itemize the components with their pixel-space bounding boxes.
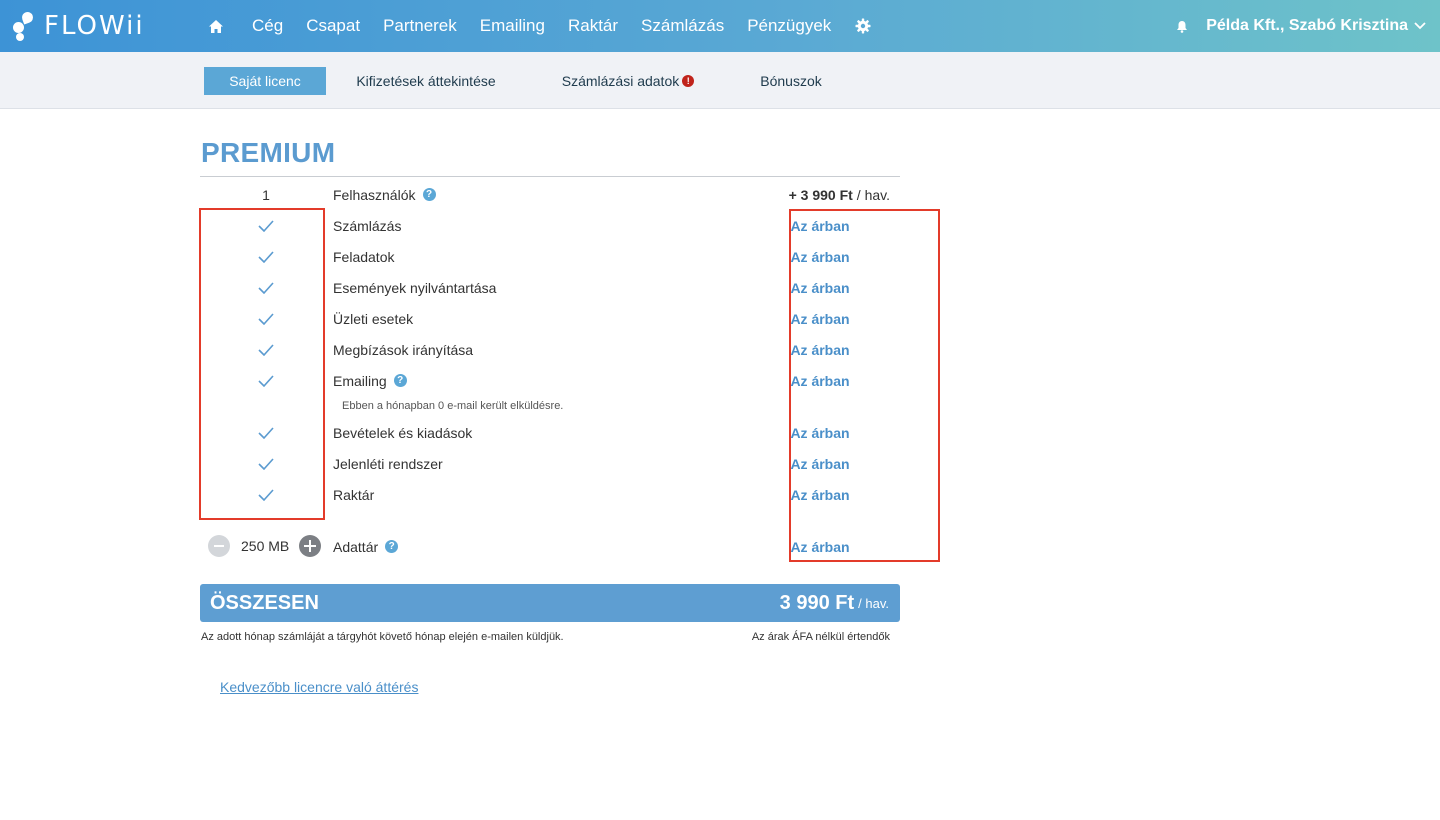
emailing-note: Ebben a hónapban 0 e-mail került elküldé…: [342, 400, 564, 412]
nav-item-penzugyek[interactable]: Pénzügyek: [747, 16, 831, 36]
nav-item-raktar[interactable]: Raktár: [568, 16, 618, 36]
feature-name: Emailing: [333, 372, 387, 389]
tab-szamlazasi-adatok[interactable]: Számlázási adatok !: [548, 67, 708, 95]
feature-name: Megbízások irányítása: [333, 341, 474, 358]
total-bar: ÖSSZESEN 3 990 Ft / hav.: [200, 584, 900, 622]
users-label-wrap: Felhasználók ?: [333, 179, 436, 210]
total-unit: / hav.: [858, 595, 889, 611]
feature-name: Raktár: [333, 486, 375, 503]
user-count: 1: [262, 186, 270, 203]
home-icon[interactable]: [206, 16, 226, 36]
feature-name: Üzleti esetek: [333, 310, 414, 327]
storage-label-wrap: Adattár ?: [333, 531, 399, 562]
switch-license-link[interactable]: Kedvezőbb licencre való áttérés: [220, 679, 418, 695]
help-icon[interactable]: ?: [393, 374, 407, 387]
users-label: Felhasználók: [333, 186, 416, 203]
feature-name: Feladatok: [333, 248, 395, 265]
storage-label: Adattár: [333, 538, 379, 555]
users-price: + 3 990 Ft / hav.: [740, 179, 900, 210]
highlight-box-prices: [789, 209, 940, 562]
feature-name-wrap: Emailing ?: [333, 365, 407, 396]
logo-mark-icon: [12, 10, 38, 41]
top-navbar: FLOWii Cég Csapat Partnerek Emailing Rak…: [0, 0, 1440, 52]
feature-name: Események nyilvántartása: [333, 279, 497, 296]
user-menu[interactable]: Példa Kft., Szabó Krisztina: [1176, 0, 1428, 52]
tab-kifizetesek[interactable]: Kifizetések áttekintése: [346, 67, 506, 95]
plan-title: PREMIUM: [201, 137, 336, 168]
total-amount-wrap: 3 990 Ft / hav.: [780, 584, 889, 622]
tab-label: Számlázási adatok: [561, 73, 680, 89]
bell-icon[interactable]: [1176, 19, 1190, 33]
users-price-unit: / hav.: [856, 186, 890, 203]
tab-bonuszok[interactable]: Bónuszok: [731, 67, 851, 95]
nav-item-emailing[interactable]: Emailing: [480, 16, 545, 36]
tab-label: Kifizetések áttekintése: [356, 73, 496, 89]
feature-name: Jelenléti rendszer: [333, 455, 443, 472]
flowii-logo[interactable]: FLOWii: [12, 10, 145, 42]
help-icon[interactable]: ?: [422, 188, 436, 201]
vat-footnote: Az árak ÁFA nélkül értendők: [751, 631, 890, 643]
chevron-down-icon[interactable]: [1414, 19, 1428, 33]
tab-label: Saját licenc: [229, 73, 301, 89]
users-row: 1 Felhasználók ? + 3 990 Ft / hav.: [200, 179, 900, 210]
alert-icon: !: [682, 75, 695, 87]
nav-item-csapat[interactable]: Csapat: [306, 16, 360, 36]
tab-label: Bónuszok: [760, 73, 822, 89]
logo-text: FLOWii: [44, 11, 145, 41]
feature-name: Számlázás: [333, 217, 402, 234]
feature-name: Bevételek és kiadások: [333, 424, 473, 441]
user-name[interactable]: Példa Kft., Szabó Krisztina: [1206, 17, 1408, 35]
divider: [200, 176, 900, 177]
highlight-box-checks: [199, 208, 325, 520]
nav-item-ceg[interactable]: Cég: [252, 16, 283, 36]
users-price-value: + 3 990 Ft: [788, 186, 853, 203]
help-icon[interactable]: ?: [385, 540, 399, 553]
nav-item-partnerek[interactable]: Partnerek: [383, 16, 457, 36]
total-amount: 3 990 Ft: [779, 591, 855, 614]
main-nav: Cég Csapat Partnerek Emailing Raktár Szá…: [206, 0, 872, 52]
billing-footnote: Az adott hónap számláját a tárgyhót köve…: [201, 631, 564, 643]
total-label: ÖSSZESEN: [210, 591, 319, 614]
nav-item-szamlazas[interactable]: Számlázás: [641, 16, 724, 36]
license-subnav: Saját licenc Kifizetések áttekintése Szá…: [0, 52, 1440, 109]
gear-icon[interactable]: [854, 17, 872, 35]
tab-sajat-licenc[interactable]: Saját licenc: [204, 67, 326, 95]
